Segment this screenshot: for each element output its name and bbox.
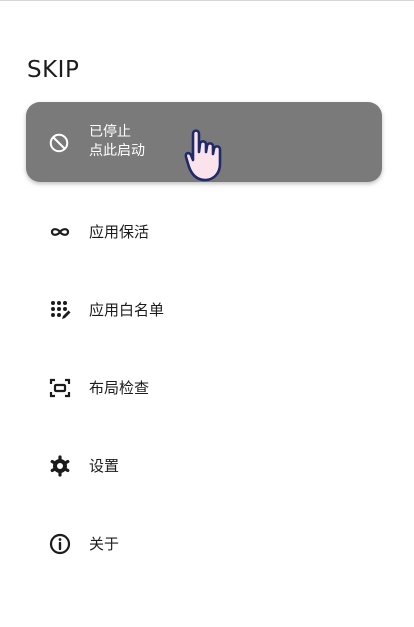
menu-item-app-whitelist[interactable]: 应用白名单 xyxy=(0,279,414,339)
menu-item-settings[interactable]: 设置 xyxy=(0,435,414,495)
menu-item-label: 布局检查 xyxy=(89,379,150,397)
gear-icon xyxy=(50,455,70,477)
menu-item-layout-inspect[interactable]: 布局检查 xyxy=(0,357,414,417)
menu-item-label: 关于 xyxy=(89,535,120,553)
menu-item-about[interactable]: 关于 xyxy=(0,513,414,573)
tap-hand-icon xyxy=(184,129,222,182)
menu-item-label: 应用保活 xyxy=(89,223,150,241)
apps-edit-icon xyxy=(51,301,71,319)
service-status-card[interactable]: 已停止 点此启动 xyxy=(26,102,382,182)
top-divider xyxy=(0,0,414,1)
status-action-hint: 点此启动 xyxy=(89,143,145,159)
menu-item-keep-alive[interactable]: 应用保活 xyxy=(0,201,414,261)
app-title: SKIP xyxy=(27,57,80,83)
infinity-icon xyxy=(50,228,70,236)
menu-item-label: 设置 xyxy=(89,457,120,475)
scan-frame-icon xyxy=(49,378,71,398)
menu-item-label: 应用白名单 xyxy=(89,301,165,319)
info-icon xyxy=(49,533,71,555)
block-icon xyxy=(49,133,69,153)
status-label: 已停止 xyxy=(89,124,131,140)
